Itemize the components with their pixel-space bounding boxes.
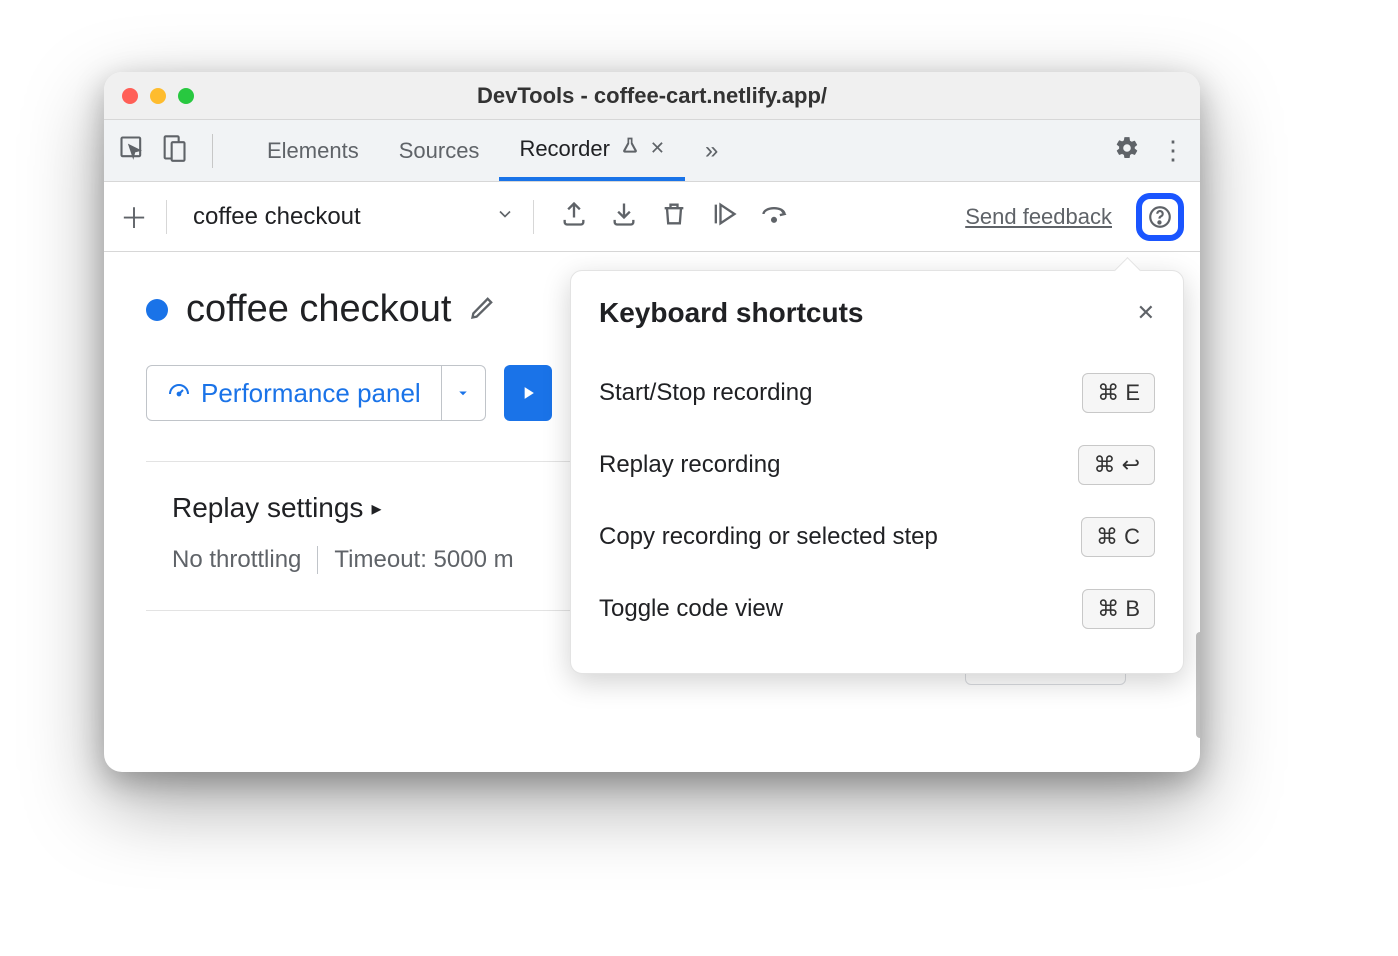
popover-title: Keyboard shortcuts xyxy=(599,297,864,329)
tab-sources[interactable]: Sources xyxy=(379,120,500,181)
separator xyxy=(166,200,167,234)
recording-status-dot-icon xyxy=(146,299,168,321)
import-icon[interactable] xyxy=(610,200,638,233)
more-tabs-icon[interactable]: » xyxy=(705,137,718,165)
shortcut-row: Copy recording or selected step ⌘ C xyxy=(599,501,1155,573)
replay-settings-label: Replay settings xyxy=(172,492,363,524)
shortcut-label: Copy recording or selected step xyxy=(599,523,938,551)
settings-gear-icon[interactable] xyxy=(1114,135,1140,166)
tab-elements[interactable]: Elements xyxy=(247,120,379,181)
performance-panel-label: Performance panel xyxy=(201,378,421,409)
shortcut-row: Start/Stop recording ⌘ E xyxy=(599,357,1155,429)
shortcut-key: ⌘ B xyxy=(1082,589,1155,629)
devtools-tabbar: Elements Sources Recorder ✕ » ⋮ xyxy=(104,120,1200,182)
performance-panel-caret[interactable] xyxy=(441,366,485,420)
shortcut-row: Toggle code view ⌘ B xyxy=(599,573,1155,645)
help-button[interactable] xyxy=(1136,193,1184,241)
minimize-window-icon[interactable] xyxy=(150,88,166,104)
send-feedback-link[interactable]: Send feedback xyxy=(965,204,1112,230)
delete-icon[interactable] xyxy=(660,200,688,233)
edit-title-icon[interactable] xyxy=(469,293,497,326)
tab-label: Sources xyxy=(399,138,480,164)
shortcut-key: ⌘ E xyxy=(1082,373,1155,413)
step-play-icon[interactable] xyxy=(710,200,738,233)
maximize-window-icon[interactable] xyxy=(178,88,194,104)
separator xyxy=(533,200,534,234)
traffic-lights xyxy=(122,88,194,104)
close-icon[interactable]: ✕ xyxy=(1137,300,1155,326)
tab-recorder[interactable]: Recorder ✕ xyxy=(499,120,685,181)
timeout-value[interactable]: Timeout: 5000 m xyxy=(334,546,513,574)
replay-button[interactable] xyxy=(504,365,552,421)
recording-title: coffee checkout xyxy=(186,288,451,331)
new-recording-icon[interactable]: ＋ xyxy=(120,197,148,237)
tab-label: Recorder xyxy=(519,136,609,162)
separator xyxy=(317,546,318,574)
caret-right-icon: ▸ xyxy=(371,496,381,521)
shortcut-label: Start/Stop recording xyxy=(599,379,812,407)
shortcut-key: ⌘ C xyxy=(1081,517,1155,557)
export-icon[interactable] xyxy=(560,200,588,233)
chevron-down-icon[interactable] xyxy=(495,204,515,229)
shortcut-label: Toggle code view xyxy=(599,595,783,623)
kebab-menu-icon[interactable]: ⋮ xyxy=(1160,135,1186,166)
window-title: DevTools - coffee-cart.netlify.app/ xyxy=(104,83,1200,109)
shortcut-row: Replay recording ⌘ ↩ xyxy=(599,429,1155,501)
device-toolbar-icon[interactable] xyxy=(160,134,188,167)
titlebar: DevTools - coffee-cart.netlify.app/ xyxy=(104,72,1200,120)
close-window-icon[interactable] xyxy=(122,88,138,104)
devtools-window: DevTools - coffee-cart.netlify.app/ Elem… xyxy=(104,72,1200,772)
scrollbar-thumb[interactable] xyxy=(1196,632,1200,738)
tab-label: Elements xyxy=(267,138,359,164)
throttling-value[interactable]: No throttling xyxy=(172,546,301,574)
shortcut-label: Replay recording xyxy=(599,451,780,479)
close-tab-icon[interactable]: ✕ xyxy=(650,138,665,159)
inspect-icon[interactable] xyxy=(118,134,146,167)
keyboard-shortcuts-popover: Keyboard shortcuts ✕ Start/Stop recordin… xyxy=(570,270,1184,674)
step-over-icon[interactable] xyxy=(760,200,788,233)
recorder-toolbar: ＋ coffee checkout Send feedback xyxy=(104,182,1200,252)
shortcut-key: ⌘ ↩ xyxy=(1078,445,1155,485)
flask-icon xyxy=(620,136,640,162)
performance-panel-button[interactable]: Performance panel xyxy=(146,365,486,421)
recording-select-label[interactable]: coffee checkout xyxy=(185,203,369,231)
